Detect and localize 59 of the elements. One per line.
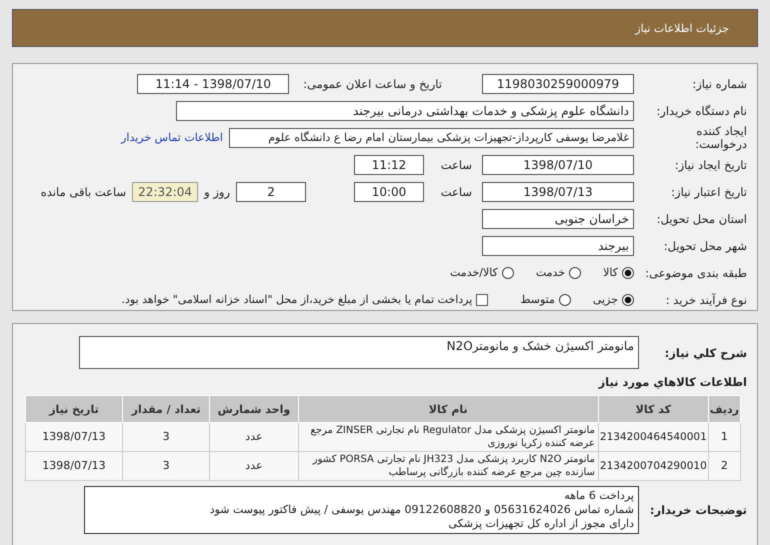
time-label: ساعت: [440, 184, 473, 198]
treasury-checkbox[interactable]: پرداخت تمام یا بخشی از مبلغ خرید،از محل "اسناد خزانه اسلامی" خواهد بود.: [122, 293, 488, 306]
field-label: شماره نیاز:: [691, 76, 748, 90]
table-cell: 3: [122, 452, 210, 480]
table-cell: 2134200464540001: [598, 422, 708, 452]
province-field: خراسان جنوبی: [482, 208, 634, 228]
city-field: بیرجند: [482, 236, 634, 256]
field-label: ایجاد کننده درخواست:: [694, 124, 748, 150]
field-label: تاریخ اعتبار نیاز:: [670, 184, 748, 198]
buyer-contact-link[interactable]: اطلاعات تماس خریدار: [121, 131, 223, 144]
remaining-label: ساعت باقی مانده: [40, 184, 128, 198]
days-label: روز و: [202, 184, 231, 198]
table-cell: مانومتر اکسیژن پزشکی مدل Regulator نام تجارتی ZINSER مرجع عرضه کننده زکریا نوروزی: [298, 422, 598, 452]
table-cell: عدد: [210, 452, 298, 480]
field-label: توضیحات خریدار:: [648, 503, 748, 517]
table-cell: عدد: [210, 422, 298, 452]
column-header: واحد شمارش: [210, 396, 298, 422]
created-date-field: 1398/07/10: [482, 154, 634, 174]
column-header: نام کالا: [298, 396, 598, 422]
created-time-field: 11:12: [354, 154, 424, 174]
process-radio[interactable]: متوسط: [520, 293, 571, 306]
description-field: مانومتر اکسیژن خشک و مانومترN2O: [79, 336, 639, 369]
category-radio[interactable]: خدمت: [536, 266, 582, 279]
table-cell: 2: [708, 452, 740, 480]
section-title: اطلاعات کالاهاي مورد نیاز: [597, 375, 748, 389]
table-cell: 1398/07/13: [26, 422, 122, 452]
note-line: شماره تماس 05631624026 و 09122608820 مهندس یوسفی / پیش فاکتور پیوست شود: [208, 503, 634, 517]
field-label: شرح کلي نیاز:: [664, 346, 748, 360]
field-label: استان محل تحویل:: [656, 212, 748, 226]
days-field: 2: [236, 182, 306, 202]
process-radio[interactable]: جزیی: [592, 293, 634, 306]
column-header: تعداد / مقدار: [122, 396, 210, 422]
field-label: نام دستگاه خریدار:: [655, 104, 748, 118]
category-radio[interactable]: کالا/خدمت: [450, 266, 514, 279]
category-radio[interactable]: کالا: [603, 266, 634, 279]
announce-date-field: 1398/07/10 - 11:14: [137, 74, 290, 94]
page-title: جزئیات اطلاعات نیاز: [635, 22, 729, 34]
note-line: پرداخت 6 ماهه: [563, 489, 634, 503]
table-cell: 2134200704290010: [598, 452, 708, 480]
column-header: تاریخ نیاز: [26, 396, 122, 422]
table-cell: 1398/07/13: [26, 452, 122, 480]
countdown-field: 22:32:04: [132, 182, 198, 202]
field-label: تاریخ ایجاد نیاز:: [674, 158, 748, 172]
field-label: تاریخ و ساعت اعلان عمومی:: [303, 76, 442, 90]
time-label: ساعت: [440, 158, 473, 172]
field-label: طبقه بندی موضوعی:: [644, 266, 748, 280]
field-label: شهر محل تحویل:: [662, 238, 748, 252]
table-cell: مانومتر N2O کاربرد پزشکی مدل JH323 نام تجارتی PORSA کشور سازنده چین مرجع عرضه کننده بازرگانی پرساطب: [298, 452, 598, 480]
need-number-field: 1198030259000979: [482, 74, 634, 94]
requester-field: غلامرضا یوسفی کارپرداز-تجهیزات پزشکی بیمارستان امام رضا ع دانشگاه علوم: [229, 128, 634, 148]
table-cell: 3: [122, 422, 210, 452]
column-header: ردیف: [708, 396, 740, 422]
validity-time-field: 10:00: [354, 182, 424, 202]
validity-date-field: 1398/07/13: [482, 182, 634, 202]
field-label: نوع فرآیند خرید :: [664, 292, 748, 306]
column-header: کد کالا: [598, 396, 708, 422]
buyer-name-field: دانشگاه علوم پزشکی و خدمات بهداشتی درمانی بیرجند: [176, 100, 634, 120]
table-cell: 1: [708, 422, 740, 452]
note-line: دارای مجوز از اداره کل تجهیزات پزشکی: [447, 517, 634, 531]
